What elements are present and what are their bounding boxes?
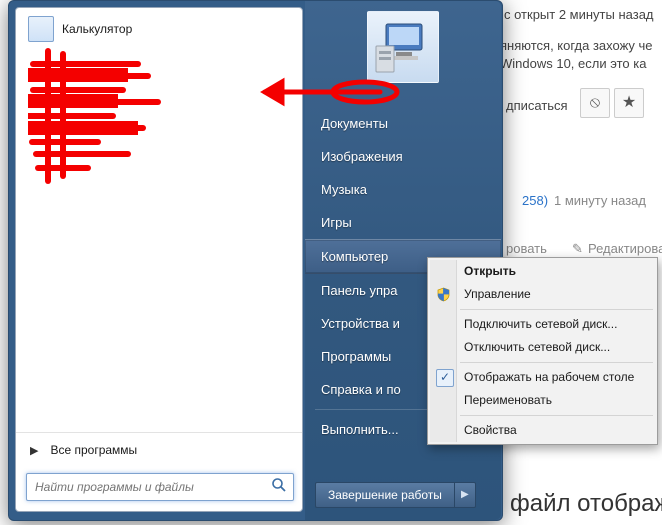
sidebar-item-music[interactable]: Музыка	[305, 173, 501, 206]
sidebar-item-label: Компьютер	[321, 249, 388, 264]
reputation-link[interactable]: 258)	[522, 193, 548, 208]
sidebar-item-documents[interactable]: Документы	[305, 107, 501, 140]
ctx-open[interactable]: Открыть	[430, 260, 655, 283]
shutdown-button[interactable]: Завершение работы ▶	[315, 482, 476, 508]
computer-icon	[368, 12, 438, 82]
block-button[interactable]: ⦸	[580, 88, 610, 118]
program-calculator[interactable]: Калькулятор	[20, 12, 298, 46]
shutdown-options-button[interactable]: ▶	[454, 482, 476, 508]
shield-icon	[436, 287, 451, 302]
bg-headline: файл отображается к	[510, 490, 662, 518]
ctx-show-on-desktop[interactable]: ✓ Отображать на рабочем столе	[430, 366, 655, 389]
search-input[interactable]	[27, 476, 265, 498]
search-box[interactable]	[26, 473, 294, 501]
bg-text: с открыт 2 минуты назад	[504, 7, 654, 22]
edit-link[interactable]: ✎	[572, 241, 583, 257]
chevron-right-icon: ▶	[30, 444, 38, 457]
separator	[460, 415, 653, 416]
ctx-manage[interactable]: Управление	[430, 283, 655, 306]
ctx-label: Отображать на рабочем столе	[464, 370, 634, 384]
sidebar-item-pictures[interactable]: Изображения	[305, 140, 501, 173]
search-icon[interactable]	[265, 477, 293, 498]
user-picture[interactable]	[367, 11, 439, 83]
ctx-rename[interactable]: Переименовать	[430, 389, 655, 412]
sidebar-item-games[interactable]: Игры	[305, 206, 501, 239]
check-icon: ✓	[436, 369, 454, 387]
ctx-properties[interactable]: Свойства	[430, 419, 655, 442]
action-text[interactable]: ровать	[506, 241, 547, 256]
redaction-scribble	[28, 46, 248, 206]
bg-text: Windows 10, если это ка	[500, 56, 646, 71]
separator	[460, 309, 653, 310]
all-programs[interactable]: ▶ Все программы	[16, 433, 302, 467]
context-menu: Открыть Управление Подключить сетевой ди…	[427, 257, 658, 445]
ctx-map-drive[interactable]: Подключить сетевой диск...	[430, 313, 655, 336]
bg-text: яняются, когда захожу че	[500, 38, 653, 53]
subscribe-button[interactable]: дписаться	[506, 98, 568, 113]
separator	[460, 362, 653, 363]
start-left-panel: Калькулятор ▶ Все программы	[15, 7, 303, 512]
shutdown-label[interactable]: Завершение работы	[315, 482, 454, 508]
bg-text: 1 минуту назад	[554, 193, 646, 208]
all-programs-label: Все программы	[50, 443, 137, 457]
calculator-icon	[28, 16, 54, 42]
edit-link[interactable]: Редактировать	[588, 241, 662, 256]
favorite-button[interactable]: ★	[614, 88, 644, 118]
ctx-unmap-drive[interactable]: Отключить сетевой диск...	[430, 336, 655, 359]
program-label: Калькулятор	[62, 22, 132, 36]
ctx-label: Управление	[464, 287, 531, 301]
